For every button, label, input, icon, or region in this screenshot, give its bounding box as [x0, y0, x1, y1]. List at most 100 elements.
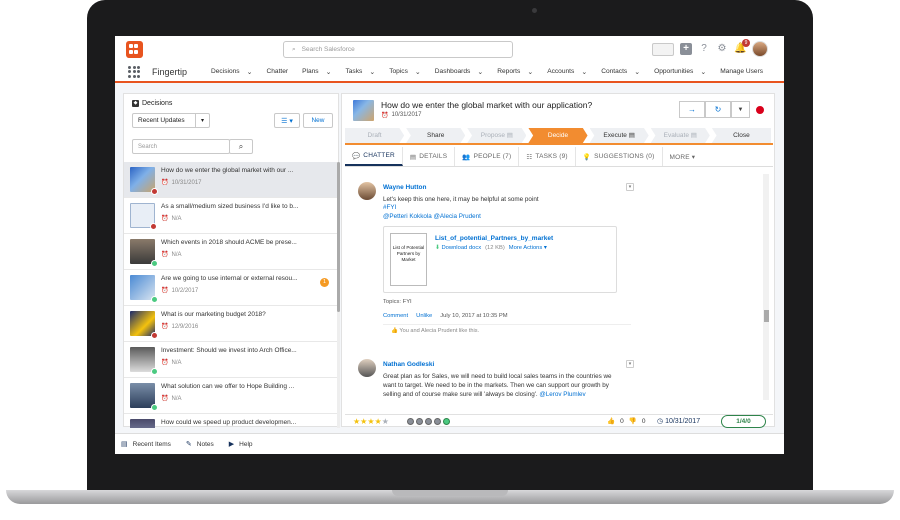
- tab-tasks[interactable]: ☷ TASKS (9): [519, 147, 576, 166]
- tab-people[interactable]: 👥 PEOPLE (7): [455, 147, 520, 166]
- list-search-input[interactable]: Search: [132, 139, 230, 154]
- nav-item-contacts[interactable]: Contacts ⌄: [594, 68, 647, 76]
- post-menu-button[interactable]: ▾: [626, 360, 634, 368]
- list-item[interactable]: How do we enter the global market with o…: [124, 162, 337, 198]
- thumbs-up-icon[interactable]: 👍: [607, 417, 615, 425]
- help-icon[interactable]: ?: [698, 43, 710, 55]
- feed-scrollbar[interactable]: [763, 174, 769, 400]
- list-item[interactable]: Are we going to use internal or external…: [124, 270, 337, 306]
- avatar[interactable]: [358, 182, 376, 200]
- more-actions-link[interactable]: More Actions ▾: [509, 245, 547, 251]
- display-as-button[interactable]: ☰ ▾: [274, 113, 300, 128]
- list-item[interactable]: What is our marketing budget 2018? ⏰ 12/9/…: [124, 306, 337, 342]
- path-step-evaluate[interactable]: Evaluate ▤: [650, 128, 710, 143]
- star-icon[interactable]: ★: [367, 417, 374, 426]
- global-add-icon[interactable]: +: [680, 43, 692, 55]
- feed-post: Wayne Hutton ▾ Let's keep this one here,…: [358, 182, 638, 357]
- document-thumbnail[interactable]: List of Potential Partners by Market: [390, 233, 427, 286]
- new-button[interactable]: New: [303, 113, 333, 128]
- nav-item-dashboards[interactable]: Dashboards ⌄: [428, 68, 490, 76]
- post-topics[interactable]: Topics: FYI: [383, 299, 412, 305]
- search-icon: ⌕: [238, 142, 244, 151]
- app-logo[interactable]: [126, 41, 143, 58]
- item-thumbnail: [130, 239, 158, 267]
- sentiment-face-icon[interactable]: [415, 417, 423, 425]
- nav-item-opportunities[interactable]: Opportunities ⌄: [647, 68, 713, 76]
- thumbs-down-icon[interactable]: 👎: [629, 417, 637, 425]
- utility-notes[interactable]: ✎ Notes: [186, 440, 214, 449]
- sentiment-face-icon[interactable]: [424, 417, 432, 425]
- tab-details[interactable]: ▤ DETAILS: [403, 147, 456, 166]
- list-search-button[interactable]: ⌕: [229, 139, 253, 154]
- list-scrollbar[interactable]: [337, 162, 340, 428]
- path-step-propose[interactable]: Propose ▤: [467, 128, 527, 143]
- tasks-icon: ☷: [526, 153, 533, 161]
- sentiment-face-icon[interactable]: [433, 417, 441, 425]
- follow-arrow-button[interactable]: →: [679, 101, 705, 118]
- chevron-down-icon[interactable]: ⌄: [369, 68, 375, 76]
- star-icon[interactable]: ★: [375, 417, 382, 426]
- list-item[interactable]: How could we speed up product developmen…: [124, 414, 337, 428]
- star-rating[interactable]: ★★★★★: [353, 417, 389, 426]
- nav-item-tasks[interactable]: Tasks ⌄: [338, 68, 382, 76]
- path-step-close[interactable]: Close: [711, 128, 771, 143]
- post-hashtag[interactable]: #FYI: [383, 204, 396, 211]
- path-step-draft[interactable]: Draft: [345, 128, 405, 143]
- nav-item-manage-users[interactable]: Manage Users: [713, 68, 770, 75]
- notifications-bell-icon[interactable]: 🔔 9: [734, 39, 750, 55]
- post-timestamp[interactable]: July 10, 2017 at 10:35 PM: [440, 313, 507, 319]
- favorites-icon[interactable]: [652, 42, 674, 56]
- star-icon[interactable]: ★: [382, 417, 389, 426]
- download-link[interactable]: ⬇ Download docx: [435, 245, 481, 251]
- chevron-down-icon[interactable]: ⌄: [634, 68, 640, 76]
- chevron-down-icon[interactable]: ⌄: [700, 68, 706, 76]
- list-view-select[interactable]: Recent Updates ▾: [132, 113, 210, 128]
- more-actions-button[interactable]: ▼: [731, 101, 750, 118]
- utility-recent-items[interactable]: ▤ Recent Items: [121, 440, 171, 449]
- path-step-decide[interactable]: Decide: [528, 128, 588, 143]
- chevron-down-icon[interactable]: ⌄: [527, 68, 533, 76]
- post-author[interactable]: Nathan Godleski: [383, 361, 434, 368]
- post-author[interactable]: Wayne Hutton: [383, 184, 426, 191]
- item-date-value: N/A: [171, 395, 182, 402]
- user-avatar[interactable]: [752, 41, 768, 57]
- nav-item-accounts[interactable]: Accounts ⌄: [540, 68, 594, 76]
- tab-more[interactable]: MORE ▾: [663, 147, 703, 166]
- path-step-execute[interactable]: Execute ▤: [589, 128, 649, 143]
- tab-chatter[interactable]: 💬 CHATTER: [345, 147, 403, 166]
- avatar[interactable]: [358, 359, 376, 377]
- chevron-down-icon[interactable]: ⌄: [581, 68, 587, 76]
- post-menu-button[interactable]: ▾: [626, 183, 634, 191]
- unlike-link[interactable]: Unlike: [416, 313, 432, 319]
- utility-help[interactable]: ▶ Help: [229, 440, 253, 449]
- global-search-input[interactable]: ⌕ Search Salesforce: [283, 41, 513, 58]
- chevron-down-icon[interactable]: ⌄: [477, 68, 483, 76]
- comment-link[interactable]: Comment: [383, 313, 408, 319]
- vote-tally-badge[interactable]: 1/4/0: [721, 415, 766, 428]
- list-item[interactable]: Investment: Should we invest into Arch O…: [124, 342, 337, 378]
- list-item[interactable]: As a small/medium sized business I'd lik…: [124, 198, 337, 234]
- sentiment-face-icon[interactable]: [442, 417, 450, 425]
- chevron-down-icon[interactable]: ⌄: [247, 68, 253, 76]
- list-item[interactable]: Which events in 2018 should ACME be pres…: [124, 234, 337, 270]
- app-screen: ⌕ Search Salesforce + ? ⚙ 🔔 9 Fingertip D…: [115, 36, 784, 454]
- list-item[interactable]: What solution can we offer to Hope Build…: [124, 378, 337, 414]
- nav-item-decisions[interactable]: Decisions ⌄: [204, 68, 259, 76]
- nav-item-chatter[interactable]: Chatter: [259, 68, 295, 75]
- sentiment-face-icon[interactable]: [406, 417, 414, 425]
- nav-item-plans[interactable]: Plans ⌄: [295, 68, 338, 76]
- attachment-name[interactable]: List_of_potential_Partners_by_market: [435, 235, 553, 242]
- app-launcher-icon[interactable]: [128, 65, 140, 78]
- nav-item-reports[interactable]: Reports ⌄: [490, 68, 540, 76]
- chevron-down-icon[interactable]: ⌄: [415, 68, 421, 76]
- chatter-feed: Wayne Hutton ▾ Let's keep this one here,…: [345, 170, 773, 414]
- nav-item-topics[interactable]: Topics ⌄: [382, 68, 428, 76]
- decisions-list-panel: ◆ Decisions Recent Updates ▾ ☰ ▾ New Sear…: [123, 93, 340, 428]
- setup-gear-icon[interactable]: ⚙: [716, 43, 728, 55]
- refresh-button[interactable]: ↻: [705, 101, 731, 118]
- tab-suggestions[interactable]: 💡 SUGGESTIONS (0): [576, 147, 663, 166]
- chevron-down-icon[interactable]: ⌄: [326, 68, 332, 76]
- path-step-share[interactable]: Share: [406, 128, 466, 143]
- post-mentions[interactable]: @Petteri Kokkola @Alecia Prudent: [383, 213, 481, 220]
- post-mention[interactable]: @Lerov Plumlev: [539, 391, 585, 398]
